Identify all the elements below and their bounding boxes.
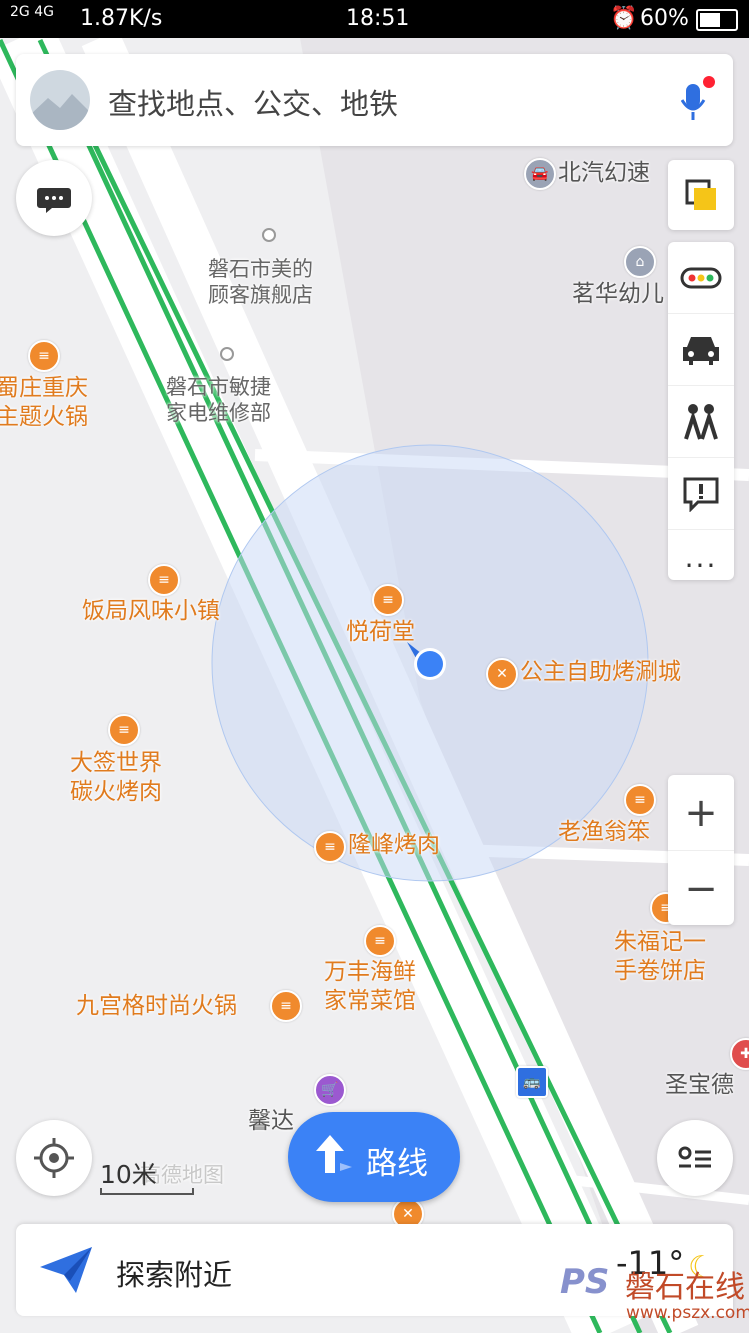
clock: 18:51 [346,6,410,31]
poi-label-jiugongge[interactable]: 九宫格时尚火锅 [76,992,237,1021]
list-icon [678,1146,711,1168]
poi-label-beiqi[interactable]: 北汽幻速 [558,160,650,186]
school-icon[interactable]: ⌂ [624,246,656,278]
bus-stop-icon[interactable]: 🚌 [516,1066,548,1098]
battery-icon [696,9,738,31]
poi-label-meidi[interactable]: 磐石市美的 顾客旗舰店 [208,256,313,308]
alarm-icon: ⏰ [610,6,638,31]
more-button[interactable]: ··· [668,530,734,601]
layers-icon [685,179,716,210]
poi-label-laoyuweng[interactable]: 老渔翁笨 [558,818,650,847]
shopping-icon[interactable]: 🛒 [314,1074,346,1106]
poi-label-zhufuji[interactable]: 朱福记一 手卷饼店 [614,928,706,986]
poi-label-minghua[interactable]: 茗华幼儿 [572,281,664,307]
restaurant-icon[interactable]: ≡ [624,784,656,816]
watermark-url: www.pszx.com [626,1303,749,1323]
traffic-icon [680,267,722,288]
restaurant-icon[interactable]: ≡ [314,831,346,863]
scale-label: 10米 [100,1160,157,1189]
restaurant-icon[interactable]: ≡ [372,584,404,616]
restaurant-icon[interactable]: ≡ [364,925,396,957]
signal-indicator: 2G 4G [10,4,54,20]
network-speed: 1.87K/s [80,6,163,31]
poi-label-gongzhu[interactable]: 公主自助烤涮城 [520,658,681,687]
search-input[interactable]: 查找地点、公交、地铁 [108,81,398,123]
search-bar[interactable]: 查找地点、公交、地铁 [16,54,733,146]
locate-button[interactable] [16,1120,92,1196]
zoom-in-button[interactable]: + [668,775,734,851]
watermark-brand: 磐石在线 [625,1270,745,1305]
list-button[interactable] [657,1120,733,1196]
dining-icon[interactable]: ✕ [486,658,518,690]
location-marker [405,642,455,692]
zoom-out-button[interactable]: − [668,851,734,926]
poi-label-shuzhuang[interactable]: 蜀庄重庆 主题火锅 [0,374,88,432]
poi-label-xinda[interactable]: 馨达 [248,1108,294,1134]
poi-dot [220,347,234,361]
tools-panel: ··· [668,242,734,582]
route-button[interactable]: 路线 [288,1112,460,1202]
layers-panel[interactable] [668,160,734,230]
watermark-logo: PS [560,1262,610,1302]
taxi-button[interactable] [668,314,734,386]
poi-label-longfeng[interactable]: 隆峰烤肉 [348,831,440,860]
traffic-button[interactable] [668,242,734,314]
poi-label-daqian[interactable]: 大签世界 碳火烤肉 [70,749,162,807]
poi-label-minjie[interactable]: 磐石市敏捷 家电维修部 [166,374,271,426]
explore-nearby-label: 探索附近 [116,1258,233,1292]
crosshair-icon [34,1138,74,1178]
people-icon [684,403,718,440]
chat-icon [37,188,71,213]
restaurant-icon[interactable]: ≡ [108,714,140,746]
poi-dot [262,228,276,242]
route-button-label: 路线 [366,1146,428,1182]
battery-percent: 60% [640,6,689,31]
report-icon [683,477,719,512]
car-icon [683,336,719,365]
route-arrow-icon [316,1135,352,1173]
scale-bar [100,1188,194,1195]
restaurant-icon[interactable]: ≡ [148,564,180,596]
poi-label-fanju[interactable]: 饭局风味小镇 [82,597,220,626]
poi-label-wanfeng[interactable]: 万丰海鲜 家常菜馆 [324,958,416,1016]
avatar[interactable] [30,70,90,130]
poi-label-shengbao[interactable]: 圣宝德 [665,1072,734,1098]
group-button[interactable] [668,386,734,458]
report-button[interactable] [668,458,734,530]
zoom-controls: + − [668,775,734,925]
paper-plane-icon [40,1247,92,1293]
mic-icon[interactable] [680,76,715,124]
more-icon: ··· [684,549,718,582]
status-bar: 2G 4G 1.87K/s 18:51 ⏰ 60% [0,0,749,38]
car-dealer-icon[interactable]: 🚘 [524,158,556,190]
restaurant-icon[interactable]: ≡ [270,990,302,1022]
restaurant-icon[interactable]: ≡ [28,340,60,372]
message-button[interactable] [16,160,92,236]
layers-button[interactable] [668,160,734,230]
